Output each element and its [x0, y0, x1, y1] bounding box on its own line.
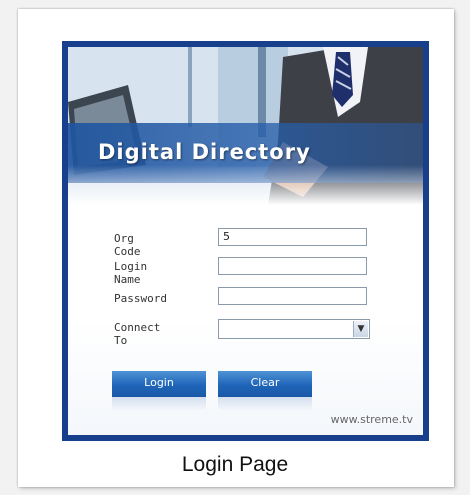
- hero-banner: Digital Directory: [68, 47, 423, 205]
- login-button-reflection: [112, 397, 206, 411]
- hero-fade: [68, 165, 423, 205]
- page-caption: Login Page: [181, 453, 289, 476]
- org-code-label: Org Code: [114, 232, 141, 258]
- org-code-input[interactable]: 5: [218, 228, 367, 246]
- connect-to-select[interactable]: ▼: [218, 319, 370, 339]
- website-label: www.streme.tv: [330, 413, 413, 426]
- login-button[interactable]: Login: [112, 371, 206, 397]
- password-input[interactable]: [218, 287, 367, 305]
- login-name-input[interactable]: [218, 257, 367, 275]
- app-title: Digital Directory: [98, 140, 311, 164]
- connect-to-label: Connect To: [114, 321, 161, 347]
- login-frame: Digital Directory Org Code 5 Login Name …: [62, 41, 429, 441]
- clear-button-reflection: [218, 397, 312, 411]
- clear-button[interactable]: Clear: [218, 371, 312, 397]
- password-label: Password: [114, 292, 167, 305]
- login-name-label: Login Name: [114, 260, 148, 286]
- login-panel: Digital Directory Org Code 5 Login Name …: [68, 47, 423, 435]
- chevron-down-icon[interactable]: ▼: [353, 321, 368, 337]
